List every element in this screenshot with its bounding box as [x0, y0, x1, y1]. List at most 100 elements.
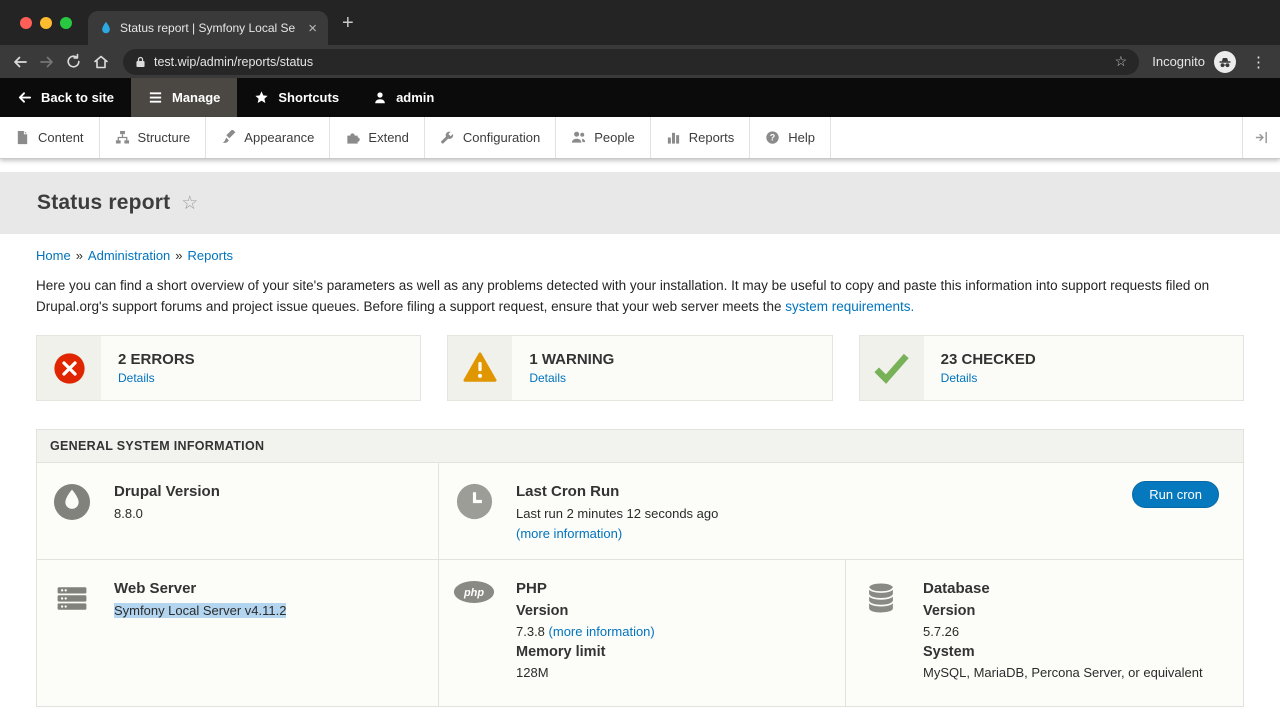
web-server-value: Symfony Local Server v4.11.2	[114, 603, 286, 618]
menu-item-structure[interactable]: Structure	[100, 117, 207, 158]
cell-title: Database	[923, 580, 1203, 597]
menu-item-configuration[interactable]: Configuration	[425, 117, 556, 158]
breadcrumb-separator: »	[175, 248, 182, 263]
drupal-logo-icon	[50, 483, 94, 543]
checked-details-link[interactable]: Details	[941, 371, 1036, 385]
paintbrush-icon	[221, 130, 236, 145]
cell-title: PHP	[516, 580, 655, 597]
breadcrumb: Home » Administration » Reports	[36, 248, 1244, 263]
checked-count: 23 CHECKED	[941, 351, 1036, 368]
breadcrumb-separator: »	[76, 248, 83, 263]
breadcrumb-reports-link[interactable]: Reports	[188, 248, 234, 263]
php-more-information-link[interactable]: (more information)	[549, 624, 655, 639]
warnings-details-link[interactable]: Details	[529, 371, 614, 385]
back-arrow-icon	[17, 90, 32, 105]
drupal-version-cell: Drupal Version 8.8.0	[37, 463, 439, 560]
home-icon[interactable]	[87, 48, 114, 75]
page-header: Status report ☆	[0, 172, 1280, 234]
back-to-site-button[interactable]: Back to site	[0, 78, 131, 117]
database-version-value: 5.7.26	[923, 622, 1203, 642]
wrench-icon	[440, 130, 455, 145]
menu-item-reports[interactable]: Reports	[651, 117, 751, 158]
incognito-icon	[1214, 51, 1236, 73]
lock-icon	[135, 56, 146, 68]
database-icon	[859, 580, 903, 690]
window-close-button[interactable]	[20, 17, 32, 29]
menu-item-label: Structure	[138, 130, 191, 145]
content-icon	[15, 130, 30, 145]
php-version-label: Version	[516, 601, 655, 622]
menu-item-extend[interactable]: Extend	[330, 117, 424, 158]
reload-icon[interactable]	[60, 48, 87, 75]
shortcuts-button[interactable]: Shortcuts	[237, 78, 356, 117]
php-memory-limit-label: Memory limit	[516, 642, 655, 663]
warnings-count: 1 WARNING	[529, 351, 614, 368]
menu-item-label: Help	[788, 130, 815, 145]
svg-text:php: php	[463, 587, 484, 599]
errors-details-link[interactable]: Details	[118, 371, 195, 385]
manage-label: Manage	[172, 90, 220, 105]
breadcrumb-home-link[interactable]: Home	[36, 248, 71, 263]
tab-title: Status report | Symfony Local Se	[120, 21, 298, 35]
warnings-card: 1 WARNING Details	[447, 335, 832, 401]
database-system-label: System	[923, 642, 1203, 663]
drupal-favicon-icon	[99, 21, 113, 35]
window-minimize-button[interactable]	[40, 17, 52, 29]
php-version-value: 7.3.8	[516, 624, 545, 639]
system-requirements-link[interactable]: system requirements.	[785, 299, 914, 314]
svg-text:?: ?	[770, 133, 775, 143]
people-icon	[571, 130, 586, 145]
browser-window: Status report | Symfony Local Se × + tes…	[0, 0, 1280, 720]
cron-more-information-link[interactable]: (more information)	[516, 526, 622, 541]
admin-menu-bar: Content Structure Appearance Extend Conf…	[0, 117, 1280, 159]
url-field[interactable]: test.wip/admin/reports/status ☆	[123, 49, 1139, 75]
database-version-label: Version	[923, 601, 1203, 622]
bar-chart-icon	[666, 130, 681, 145]
toolbar-collapse-button[interactable]	[1242, 117, 1280, 158]
menu-item-appearance[interactable]: Appearance	[206, 117, 330, 158]
admin-user-button[interactable]: admin	[356, 78, 451, 117]
favorite-star-icon[interactable]: ☆	[181, 192, 198, 215]
menu-item-label: Configuration	[463, 130, 540, 145]
menu-item-label: Extend	[368, 130, 408, 145]
run-cron-button[interactable]: Run cron	[1132, 481, 1219, 508]
window-zoom-button[interactable]	[60, 17, 72, 29]
clock-icon	[452, 483, 496, 543]
last-cron-run-cell: Last Cron Run Last run 2 minutes 12 seco…	[439, 463, 1243, 560]
general-system-information-section: GENERAL SYSTEM INFORMATION Drupal Versio…	[36, 429, 1244, 707]
warning-icon	[448, 336, 512, 400]
cell-title: Web Server	[114, 580, 286, 597]
php-cell: php PHP Version 7.3.8 (more information)…	[439, 560, 846, 706]
forward-icon[interactable]	[33, 48, 60, 75]
breadcrumb-administration-link[interactable]: Administration	[88, 248, 170, 263]
errors-count: 2 ERRORS	[118, 351, 195, 368]
checked-card: 23 CHECKED Details	[859, 335, 1244, 401]
menu-item-help[interactable]: ? Help	[750, 117, 831, 158]
bookmark-star-icon[interactable]: ☆	[1115, 53, 1128, 70]
incognito-label: Incognito	[1152, 54, 1205, 69]
browser-menu-icon[interactable]: ⋮	[1247, 53, 1270, 71]
back-icon[interactable]	[6, 48, 33, 75]
menu-item-label: Appearance	[244, 130, 314, 145]
page-content: Home » Administration » Reports Here you can…	[0, 248, 1280, 720]
drupal-version-value: 8.8.0	[114, 504, 220, 524]
checkmark-icon	[860, 336, 924, 400]
database-system-value: MySQL, MariaDB, Percona Server, or equiv…	[923, 663, 1203, 683]
menu-item-people[interactable]: People	[556, 117, 650, 158]
url-text: test.wip/admin/reports/status	[154, 55, 1107, 69]
new-tab-button[interactable]: +	[342, 13, 354, 33]
menu-item-content[interactable]: Content	[0, 117, 100, 158]
database-cell: Database Version 5.7.26 System MySQL, Ma…	[846, 560, 1243, 706]
intro-text: Here you can find a short overview of yo…	[36, 278, 1209, 314]
tab-close-icon[interactable]: ×	[305, 21, 320, 36]
server-icon	[50, 580, 94, 690]
browser-address-bar: test.wip/admin/reports/status ☆ Incognit…	[0, 45, 1280, 78]
browser-tab[interactable]: Status report | Symfony Local Se ×	[88, 11, 328, 45]
page-title: Status report	[37, 191, 170, 215]
status-summary-cards: 2 ERRORS Details 1 WARNING Details 23	[36, 335, 1244, 401]
manage-button[interactable]: Manage	[131, 78, 237, 117]
cell-title: Drupal Version	[114, 483, 220, 500]
intro-paragraph: Here you can find a short overview of yo…	[36, 275, 1244, 317]
user-icon	[373, 91, 387, 105]
web-server-cell: Web Server Symfony Local Server v4.11.2	[37, 560, 439, 706]
